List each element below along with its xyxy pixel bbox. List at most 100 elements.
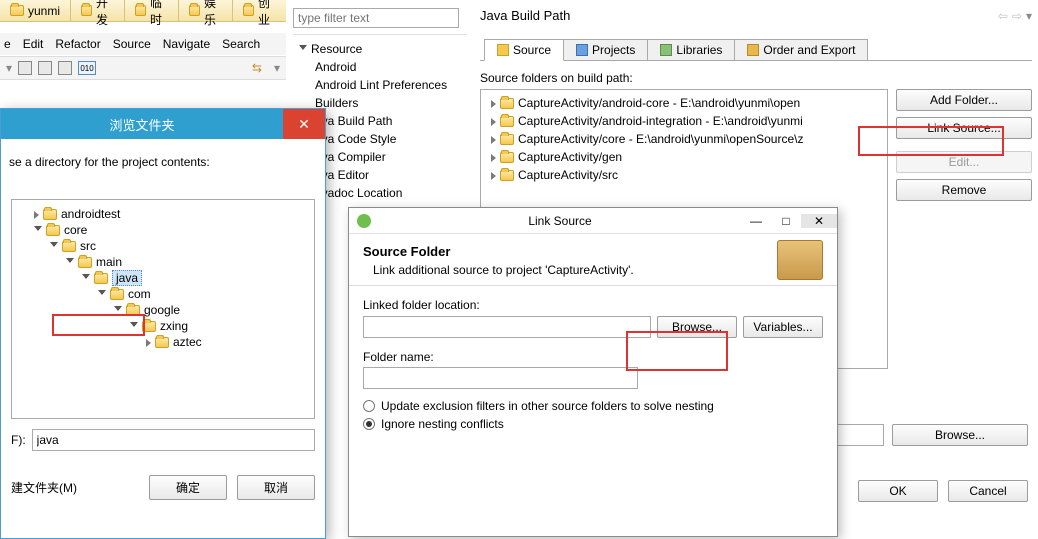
tree-item[interactable]: com (16, 286, 310, 302)
tab-order[interactable]: Order and Export (735, 39, 868, 61)
radio-update[interactable] (363, 400, 375, 412)
menu-overflow-icon[interactable]: ▾ (274, 61, 280, 75)
tab-projects[interactable]: Projects (564, 39, 648, 61)
forward-icon[interactable]: ⇨ (1012, 9, 1022, 23)
tab-libraries[interactable]: Libraries (648, 39, 735, 61)
back-icon[interactable]: ⇦ (998, 9, 1008, 23)
browse-button[interactable]: Browse... (892, 424, 1028, 446)
expand-icon[interactable] (130, 322, 138, 331)
dialog-desc: Link additional source to project 'Captu… (363, 263, 823, 277)
package-icon (500, 116, 514, 127)
package-icon (500, 134, 514, 145)
expand-icon[interactable] (491, 100, 496, 108)
collapse-icon[interactable]: ⇆ (252, 61, 262, 75)
projects-tab-icon (576, 44, 588, 56)
taskbar-tab[interactable]: 娱乐 (179, 0, 233, 21)
ok-button[interactable]: OK (858, 480, 938, 502)
expand-icon[interactable] (66, 258, 74, 267)
browse-cancel-button[interactable]: 取消 (237, 475, 315, 500)
expand-icon[interactable] (299, 45, 307, 54)
tab-source[interactable]: Source (484, 39, 564, 61)
taskbar-tab[interactable]: 临时 (125, 0, 179, 21)
edit-button: Edit... (896, 151, 1032, 173)
browse-instruction: se a directory for the project contents: (1, 139, 325, 169)
save-icon[interactable] (18, 61, 32, 75)
folder-icon (62, 241, 76, 252)
source-item[interactable]: CaptureActivity/src (485, 166, 883, 184)
tab-label: yunmi (28, 4, 60, 18)
variables-button[interactable]: Variables... (743, 316, 823, 338)
tree-item[interactable]: google (16, 302, 310, 318)
folder-tree[interactable]: androidtest core src main java com googl… (11, 199, 315, 419)
browse-dialog-title: 浏览文件夹 (1, 115, 283, 134)
expand-icon[interactable] (34, 211, 39, 219)
menu-item[interactable]: e (4, 37, 11, 51)
menu-item[interactable]: Search (222, 37, 260, 51)
folder-icon (81, 5, 92, 16)
location-input[interactable] (363, 316, 651, 338)
maximize-icon[interactable]: □ (771, 214, 801, 228)
expand-icon[interactable] (34, 226, 42, 235)
pref-tree-item[interactable]: Android Lint Preferences (293, 76, 467, 94)
tree-item[interactable]: core (16, 222, 310, 238)
folder-name-input[interactable] (363, 367, 638, 389)
cancel-button[interactable]: Cancel (948, 480, 1028, 502)
browse-location-button[interactable]: Browse... (657, 316, 737, 338)
taskbar-tab[interactable]: 创业 (233, 0, 286, 21)
pref-tree-item[interactable]: Android (293, 58, 467, 76)
expand-icon[interactable] (491, 136, 496, 144)
expand-icon[interactable] (491, 172, 496, 180)
add-folder-button[interactable]: Add Folder... (896, 89, 1032, 111)
tab-label: 临时 (150, 0, 168, 28)
tree-item[interactable]: androidtest (16, 206, 310, 222)
tab-label: 娱乐 (204, 0, 222, 28)
order-tab-icon (747, 44, 759, 56)
package-icon (500, 98, 514, 109)
tree-item[interactable]: aztec (16, 334, 310, 350)
toolbar-dropdown-icon[interactable]: ▾ (6, 61, 12, 75)
taskbar-tab[interactable]: 开发 (71, 0, 125, 21)
link-source-button[interactable]: Link Source... (896, 117, 1032, 139)
filter-input[interactable] (293, 8, 459, 28)
minimize-icon[interactable]: — (741, 214, 771, 228)
expand-icon[interactable] (114, 306, 122, 315)
folder-name-label: Folder name: (363, 350, 823, 364)
close-icon[interactable]: ✕ (283, 109, 325, 139)
source-item[interactable]: CaptureActivity/core - E:\android\yunmi\… (485, 130, 883, 148)
package-large-icon (777, 240, 823, 280)
menu-item[interactable]: Navigate (163, 37, 210, 51)
folder-icon (94, 273, 108, 284)
toolbar-icon[interactable] (58, 61, 72, 75)
folder-icon (189, 5, 200, 16)
source-tab-icon (497, 44, 509, 56)
taskbar-tab[interactable]: yunmi (0, 0, 71, 21)
expand-icon[interactable] (98, 290, 106, 299)
menu-item[interactable]: Edit (23, 37, 44, 51)
menu-item[interactable]: Refactor (55, 37, 100, 51)
new-folder-button[interactable]: 建文件夹(M) (11, 479, 139, 496)
source-item[interactable]: CaptureActivity/gen (485, 148, 883, 166)
pref-tree-item[interactable]: Resource (293, 40, 467, 58)
link-source-dialog: Link Source — □ ✕ Source Folder Link add… (348, 207, 838, 537)
dropdown-icon[interactable]: ▾ (1026, 9, 1032, 23)
expand-icon[interactable] (491, 118, 496, 126)
close-icon[interactable]: ✕ (801, 214, 837, 228)
tree-item[interactable]: src (16, 238, 310, 254)
expand-icon[interactable] (82, 274, 90, 283)
radio-ignore[interactable] (363, 418, 375, 430)
expand-icon[interactable] (491, 154, 496, 162)
tree-item[interactable]: zxing (16, 318, 310, 334)
expand-icon[interactable] (50, 242, 58, 251)
folder-icon (142, 321, 156, 332)
expand-icon[interactable] (146, 339, 151, 347)
source-item[interactable]: CaptureActivity/android-integration - E:… (485, 112, 883, 130)
browse-ok-button[interactable]: 确定 (149, 475, 227, 500)
binary-icon[interactable]: 010 (78, 61, 96, 75)
tree-item-selected[interactable]: java (16, 270, 310, 286)
save-all-icon[interactable] (38, 61, 52, 75)
menu-item[interactable]: Source (113, 37, 151, 51)
folder-field-input[interactable] (32, 429, 315, 451)
source-item[interactable]: CaptureActivity/android-core - E:\androi… (485, 94, 883, 112)
tree-item[interactable]: main (16, 254, 310, 270)
remove-button[interactable]: Remove (896, 179, 1032, 201)
